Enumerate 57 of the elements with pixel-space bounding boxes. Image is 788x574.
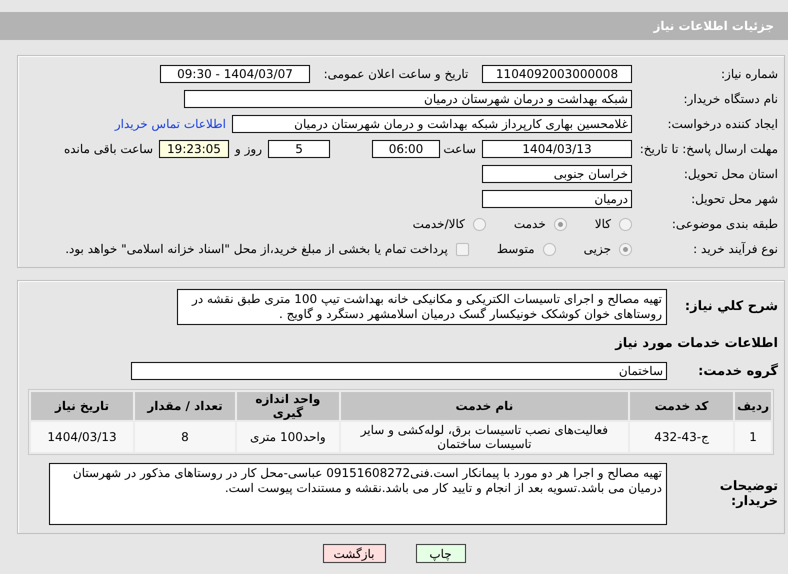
option-label: کالا [594, 217, 611, 231]
field-label: شهر محل تحویل: [690, 192, 778, 206]
radio-button[interactable] [542, 242, 556, 256]
checkbox[interactable] [456, 242, 469, 256]
table-cell: واحد100 متری [236, 422, 339, 452]
field-label: طبقه بندی موضوعی: [670, 217, 778, 231]
column-header: ردیف [735, 392, 771, 420]
back-button[interactable]: بازگشت [322, 544, 386, 563]
option-label: متوسط [496, 242, 535, 256]
field-label: مهلت ارسال پاسخ: تا تاریخ: [638, 142, 778, 156]
announce-date-field: 1404/03/07 - 09:30 [160, 65, 310, 83]
field-label: ساعت [446, 142, 476, 156]
page-title: جزئیات اطلاعات نیاز [653, 19, 774, 33]
radio-button[interactable] [619, 242, 632, 256]
field-label: نوع فرآیند خرید : [692, 242, 778, 256]
deadline-time-field: 06:00 [372, 140, 440, 158]
section-title: اطلاعات خدمات مورد نیاز [614, 336, 778, 350]
field-label: ایجاد کننده درخواست: [666, 117, 778, 131]
column-header: واحد اندازه گیری [236, 392, 339, 420]
service-group-field: ساختمان [131, 362, 667, 380]
field-label: استان محل تحویل: [682, 167, 778, 181]
buyer-notes-field: تهیه مصالح و اجرا هر دو مورد با پیمانکار است.فنی09151608272 عباسی-محل کار در روستاهای مذکور در شهرستان درمیان می باشد.تسویه بعد از انجام و تایید کار می باشد.نقشه و مستندات پیوست است. [49, 463, 667, 525]
column-header: تعداد / مقدار [135, 392, 235, 420]
field-label: گروه خدمت: [697, 364, 778, 378]
city-field: درمیان [482, 190, 632, 208]
province-field: خراسان جنوبی [482, 165, 632, 183]
print-button[interactable]: چاپ [416, 544, 466, 563]
buyer-org-field: شبکه بهداشت و درمان شهرستان درمیان [184, 90, 632, 108]
remaining-time-field: 19:23:05 [159, 140, 229, 158]
radio-button[interactable] [619, 218, 632, 230]
buyer-contact-link[interactable]: اطلاعات تماس خریدار [114, 117, 226, 131]
field-label: روز و [235, 142, 262, 156]
field-label: ساعت باقی مانده [64, 142, 153, 156]
requester-field: غلامحسین بهاری کارپرداز شبکه بهداشت و درمان شهرستان درمیان [232, 115, 632, 133]
description-field: تهیه مصالح و اجرای تاسیسات الکتریکی و مکانیکی خانه بهداشت تیپ 100 متری طبق نقشه در روستاهای خوان کوشکک خونیکسار گسک درمیان اسلامشهر دستگرد و گاویج . [177, 289, 667, 325]
column-header: کد خدمت [630, 392, 734, 420]
table-cell: ج-43-432 [630, 422, 734, 452]
table-cell: 1 [735, 422, 771, 452]
field-label: نام دستگاه خریدار: [682, 92, 778, 106]
column-header: نام خدمت [340, 392, 628, 420]
table-cell: 1404/03/13 [31, 422, 134, 452]
radio-button[interactable] [554, 218, 567, 230]
field-label: توضیحات خریدار: [718, 479, 778, 509]
option-label: کالا/خدمت [412, 217, 465, 231]
field-label: شماره نیاز: [720, 67, 778, 81]
column-header: تاریخ نیاز [31, 392, 134, 420]
deadline-date-field: 1404/03/13 [482, 140, 632, 158]
field-label: تاریخ و ساعت اعلان عمومی: [322, 67, 470, 81]
option-label: خدمت [514, 217, 546, 231]
need-number-field: 1104092003000008 [482, 65, 632, 83]
payment-note: پرداخت تمام یا بخشی از مبلغ خرید،از محل "اسناد خزانه اسلامی" خواهد بود. [65, 242, 448, 256]
table-cell: فعالیت‌های نصب تاسیسات برق، لوله‌کشی و سایر تاسیسات ساختمان [340, 422, 628, 452]
table-cell: 8 [135, 422, 235, 452]
radio-button[interactable] [472, 218, 486, 230]
field-label: شرح کلي نياز: [684, 299, 778, 314]
option-label: جزیی [584, 242, 611, 256]
days-field: 5 [268, 140, 330, 158]
